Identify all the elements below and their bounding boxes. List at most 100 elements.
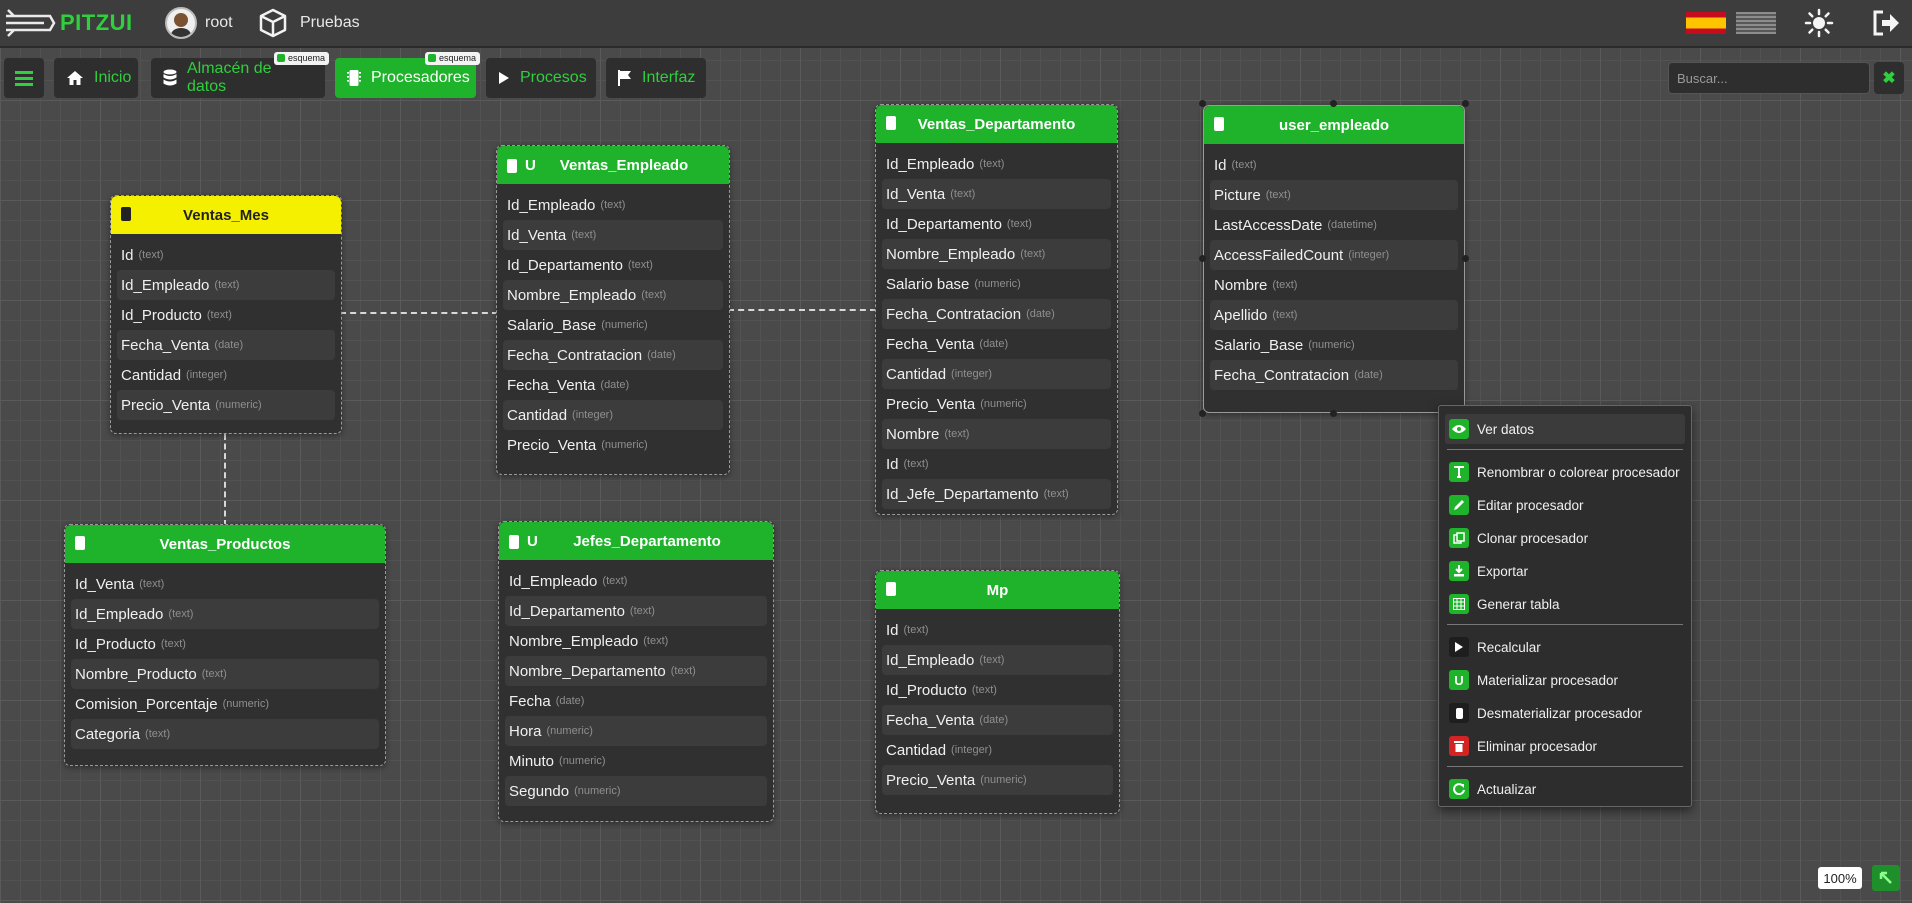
field-row[interactable]: Fecha_Venta (date) [882, 329, 1111, 359]
field-row[interactable]: Fecha_Venta (date) [503, 370, 723, 400]
field-row[interactable]: Id_Jefe_Departamento (text) [882, 479, 1111, 509]
field-row[interactable]: Fecha_Contratacion (date) [1210, 360, 1458, 390]
menu-item-materializar[interactable]: U Materializar procesador [1445, 665, 1685, 695]
processor-card[interactable]: Ventas_Mes Id (text) Id_Empleado (text) Id_P… [110, 195, 342, 434]
processor-header[interactable]: Ventas_Productos [65, 525, 385, 563]
field-row[interactable]: Id_Empleado (text) [505, 566, 767, 596]
menu-item-actualizar[interactable]: Actualizar [1445, 774, 1685, 804]
clear-search-button[interactable]: ✖ [1874, 62, 1904, 94]
user-menu[interactable]: root [165, 6, 233, 40]
field-row[interactable]: Nombre (text) [1210, 270, 1458, 300]
field-row[interactable]: Nombre_Empleado (text) [882, 239, 1111, 269]
field-row[interactable]: Id_Empleado (text) [503, 190, 723, 220]
field-row[interactable]: Id_Venta (text) [882, 179, 1111, 209]
resize-handle[interactable] [1462, 255, 1469, 262]
field-row[interactable]: Id_Departamento (text) [505, 596, 767, 626]
field-row[interactable]: Fecha_Contratacion (date) [882, 299, 1111, 329]
processor-header[interactable]: user_empleado [1204, 106, 1464, 144]
processor-card[interactable]: Ventas_Productos Id_Venta (text) Id_Emplea… [64, 524, 386, 766]
resize-handle[interactable] [1330, 100, 1337, 107]
resize-handle[interactable] [1462, 100, 1469, 107]
menu-item-clonar[interactable]: Clonar procesador [1445, 523, 1685, 553]
field-row[interactable]: Segundo (numeric) [505, 776, 767, 806]
field-row[interactable]: Fecha_Venta (date) [117, 330, 335, 360]
processor-header[interactable]: Ventas_Departamento [876, 105, 1117, 143]
field-row[interactable]: Id_Departamento (text) [503, 250, 723, 280]
field-row[interactable]: Id (text) [882, 449, 1111, 479]
field-row[interactable]: Nombre_Departamento (text) [505, 656, 767, 686]
menu-toggle-button[interactable] [4, 58, 44, 98]
processor-card[interactable]: U Ventas_Empleado Id_Empleado (text) Id_Ve… [496, 145, 730, 475]
field-row[interactable]: Categoria (text) [71, 719, 379, 749]
field-row[interactable]: Id_Empleado (text) [71, 599, 379, 629]
menu-item-generar-tabla[interactable]: Generar tabla [1445, 589, 1685, 619]
tab-inicio[interactable]: Inicio [54, 58, 138, 98]
field-row[interactable]: Precio_Venta (numeric) [117, 390, 335, 420]
field-row[interactable]: Precio_Venta (numeric) [882, 765, 1113, 795]
menu-item-renombrar[interactable]: Renombrar o colorear procesador [1445, 457, 1685, 487]
logout-icon[interactable] [1872, 9, 1900, 37]
field-row[interactable]: Id_Producto (text) [71, 629, 379, 659]
menu-item-exportar[interactable]: Exportar [1445, 556, 1685, 586]
field-row[interactable]: Nombre_Empleado (text) [503, 280, 723, 310]
field-row[interactable]: Salario base (numeric) [882, 269, 1111, 299]
processor-header[interactable]: Ventas_Mes [111, 196, 341, 234]
field-row[interactable]: Salario_Base (numeric) [1210, 330, 1458, 360]
processor-card[interactable]: Ventas_Departamento Id_Empleado (text) Id_… [875, 104, 1118, 515]
field-row[interactable]: Fecha_Venta (date) [882, 705, 1113, 735]
app-logo[interactable]: PITZUI [4, 6, 133, 40]
menu-item-eliminar[interactable]: Eliminar procesador [1445, 731, 1685, 761]
tab-procesos[interactable]: Procesos [486, 58, 596, 98]
field-row[interactable]: Id_Departamento (text) [882, 209, 1111, 239]
field-row[interactable]: Id (text) [1210, 150, 1458, 180]
field-row[interactable]: Id_Empleado (text) [882, 645, 1113, 675]
field-row[interactable]: Nombre_Producto (text) [71, 659, 379, 689]
field-row[interactable]: Nombre_Empleado (text) [505, 626, 767, 656]
field-row[interactable]: Cantidad (integer) [503, 400, 723, 430]
processor-card[interactable]: Mp Id (text) Id_Empleado (text) Id_Producto (… [875, 570, 1120, 814]
menu-item-ver-datos[interactable]: Ver datos [1445, 414, 1685, 444]
field-row[interactable]: Picture (text) [1210, 180, 1458, 210]
field-row[interactable]: Hora (numeric) [505, 716, 767, 746]
field-row[interactable]: Cantidad (integer) [882, 359, 1111, 389]
resize-handle[interactable] [1199, 410, 1206, 417]
resize-handle[interactable] [1199, 100, 1206, 107]
field-row[interactable]: Id_Producto (text) [117, 300, 335, 330]
resize-handle[interactable] [1199, 255, 1206, 262]
project-selector[interactable]: Pruebas [258, 6, 360, 40]
field-row[interactable]: Cantidad (integer) [117, 360, 335, 390]
resize-handle[interactable] [1330, 410, 1337, 417]
field-row[interactable]: Cantidad (integer) [882, 735, 1113, 765]
field-row[interactable]: Minuto (numeric) [505, 746, 767, 776]
sun-icon[interactable] [1804, 8, 1834, 38]
field-row[interactable]: AccessFailedCount (integer) [1210, 240, 1458, 270]
field-row[interactable]: Precio_Venta (numeric) [503, 430, 723, 460]
processor-header[interactable]: U Ventas_Empleado [497, 146, 729, 184]
field-row[interactable]: LastAccessDate (datetime) [1210, 210, 1458, 240]
tab-procesadores[interactable]: Procesadores esquema [335, 52, 480, 98]
processor-card[interactable]: U Jefes_Departamento Id_Empleado (text) Id… [498, 521, 774, 822]
zoom-level[interactable]: 100% [1818, 867, 1862, 889]
processor-card-selected[interactable]: user_empleado Id (text) Picture (text) LastA… [1203, 105, 1465, 413]
field-row[interactable]: Precio_Venta (numeric) [882, 389, 1111, 419]
processor-header[interactable]: U Jefes_Departamento [499, 522, 773, 560]
menu-item-desmaterializar[interactable]: Desmaterializar procesador [1445, 698, 1685, 728]
field-row[interactable]: Apellido (text) [1210, 300, 1458, 330]
field-row[interactable]: Id_Empleado (text) [882, 149, 1111, 179]
flag-es-icon[interactable] [1686, 12, 1726, 34]
flag-us-icon[interactable] [1736, 12, 1776, 34]
field-row[interactable]: Id_Producto (text) [882, 675, 1113, 705]
field-row[interactable]: Id (text) [117, 240, 335, 270]
field-row[interactable]: Nombre (text) [882, 419, 1111, 449]
field-row[interactable]: Comision_Porcentaje (numeric) [71, 689, 379, 719]
field-row[interactable]: Id (text) [882, 615, 1113, 645]
search-input[interactable] [1668, 62, 1870, 94]
tab-interfaz[interactable]: Interfaz [606, 58, 706, 98]
menu-item-editar[interactable]: Editar procesador [1445, 490, 1685, 520]
field-row[interactable]: Id_Venta (text) [503, 220, 723, 250]
tab-almacen-de-datos[interactable]: Almacén de datos esquema [151, 52, 329, 98]
field-row[interactable]: Id_Venta (text) [71, 569, 379, 599]
processor-header[interactable]: Mp [876, 571, 1119, 609]
menu-item-recalcular[interactable]: Recalcular [1445, 632, 1685, 662]
field-row[interactable]: Fecha (date) [505, 686, 767, 716]
